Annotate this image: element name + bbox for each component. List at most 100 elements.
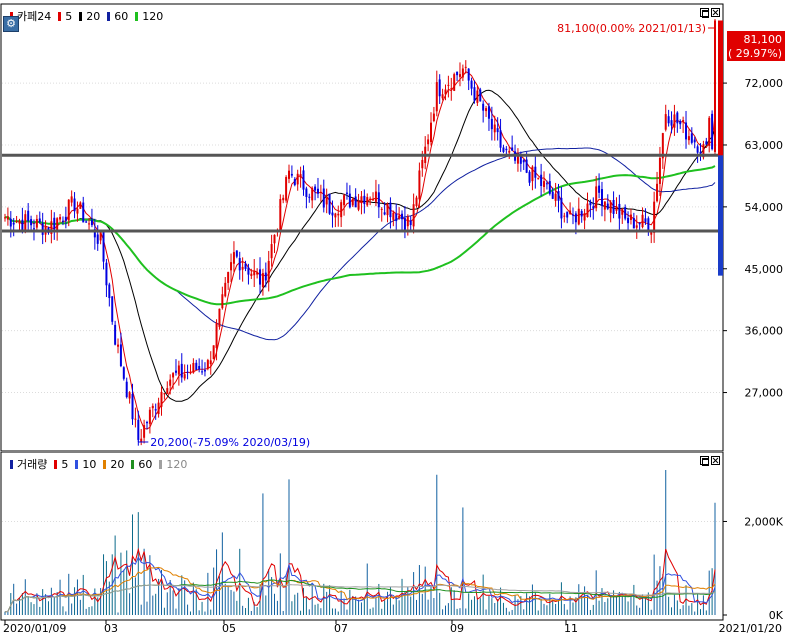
candle-body	[198, 366, 201, 370]
maximize-icon[interactable]	[700, 456, 709, 466]
gear-icon[interactable]: ⚙	[3, 16, 19, 32]
candle-body	[88, 223, 91, 225]
candle-body	[624, 207, 627, 219]
candle-body	[383, 212, 386, 215]
candle-body	[354, 196, 357, 208]
candle-body	[70, 196, 73, 203]
candle-body	[340, 202, 343, 218]
candle-body	[227, 272, 230, 283]
vma60-label[interactable]: 60	[138, 458, 152, 471]
candle-body	[627, 217, 630, 224]
candle-body	[569, 210, 572, 214]
candle-body	[279, 199, 282, 231]
candle-body	[331, 212, 334, 216]
candle-body	[30, 219, 33, 226]
candle-body	[705, 141, 708, 145]
vma5-label[interactable]: 5	[61, 458, 68, 471]
candle-body	[215, 322, 218, 348]
candle-body	[595, 186, 598, 209]
candle-body	[369, 198, 372, 201]
candle-body	[557, 190, 560, 201]
candle-body	[302, 170, 305, 190]
candle-body	[140, 438, 143, 442]
candle-body	[656, 183, 659, 202]
ma120-swatch	[135, 11, 139, 21]
candle-body	[32, 228, 35, 230]
candle-body	[606, 203, 609, 209]
candle-body	[61, 220, 64, 222]
x-axis-label: 2021/01/20	[719, 622, 782, 634]
price-chart[interactable]: 81,100(0.00% 2021/01/13) 20,200(-75.09% 2…	[0, 0, 788, 452]
candle-body	[114, 324, 117, 345]
candle-body	[38, 218, 41, 223]
candle-body	[293, 179, 296, 186]
candle-body	[490, 118, 493, 130]
candle-body	[195, 362, 198, 370]
candle-body	[711, 113, 714, 150]
close-icon[interactable]	[711, 456, 720, 465]
ma120-label[interactable]: 120	[142, 10, 163, 23]
candle-body	[250, 273, 253, 276]
close-icon[interactable]	[711, 8, 720, 17]
ma20-label[interactable]: 20	[86, 10, 100, 23]
candle-body	[427, 139, 430, 145]
candle-body	[453, 74, 456, 91]
candle-body	[183, 374, 186, 379]
candle-body	[308, 196, 311, 198]
candle-body	[270, 244, 273, 259]
candle-body	[522, 160, 525, 163]
candle-body	[345, 192, 348, 194]
candle-body	[418, 170, 421, 200]
candle-body	[543, 181, 546, 187]
price-legend: 카페24 5 20 60 120	[6, 8, 163, 24]
candle-body	[554, 193, 557, 201]
candle-body	[241, 266, 244, 270]
candle-body	[160, 391, 163, 407]
vma120-label[interactable]: 120	[166, 458, 187, 471]
candle-body	[412, 204, 415, 227]
candle-body	[372, 199, 375, 201]
candle-body	[485, 108, 488, 112]
candle-body	[685, 122, 688, 140]
vma10-label[interactable]: 10	[82, 458, 96, 471]
candle-body	[537, 178, 540, 180]
price-window-buttons	[700, 8, 720, 18]
candle-body	[476, 90, 479, 103]
candle-body	[612, 199, 615, 214]
candle-body	[534, 166, 537, 178]
x-axis-label: 05	[222, 622, 236, 634]
candle-body	[212, 345, 215, 360]
candle-body	[221, 294, 224, 309]
candle-body	[548, 181, 551, 194]
ma5-swatch	[58, 11, 62, 21]
candle-body	[374, 191, 377, 202]
candle-body	[551, 191, 554, 199]
ma60-label[interactable]: 60	[114, 10, 128, 23]
maximize-icon[interactable]	[700, 8, 709, 18]
candle-body	[415, 197, 418, 206]
ma5-label[interactable]: 5	[65, 10, 72, 23]
candle-body	[247, 267, 250, 275]
candle-body	[21, 219, 24, 231]
candle-body	[244, 263, 247, 269]
candle-body	[487, 106, 490, 119]
candle-body	[203, 370, 206, 372]
x-axis-label: 07	[334, 622, 348, 634]
candle-body	[117, 344, 120, 347]
candle-body	[690, 133, 693, 143]
x-axis-label: 09	[450, 622, 464, 634]
candle-body	[618, 203, 621, 219]
candle-body	[328, 193, 331, 214]
vma20-label[interactable]: 20	[110, 458, 124, 471]
candle-body	[134, 418, 137, 420]
candle-body	[525, 159, 528, 173]
volume-label[interactable]: 거래량	[17, 456, 47, 472]
candle-body	[409, 220, 412, 226]
vma5-swatch	[54, 459, 58, 469]
volume-chart[interactable]: 2,000K 0K 2020/01/09 03 05 07 09 11 2021/01/20	[0, 452, 788, 634]
candle-body	[380, 208, 383, 210]
price-axis-label: 54,000	[745, 201, 784, 214]
stock-name[interactable]: 카페24	[17, 8, 51, 24]
candle-body	[658, 158, 661, 184]
candle-body	[76, 208, 79, 214]
